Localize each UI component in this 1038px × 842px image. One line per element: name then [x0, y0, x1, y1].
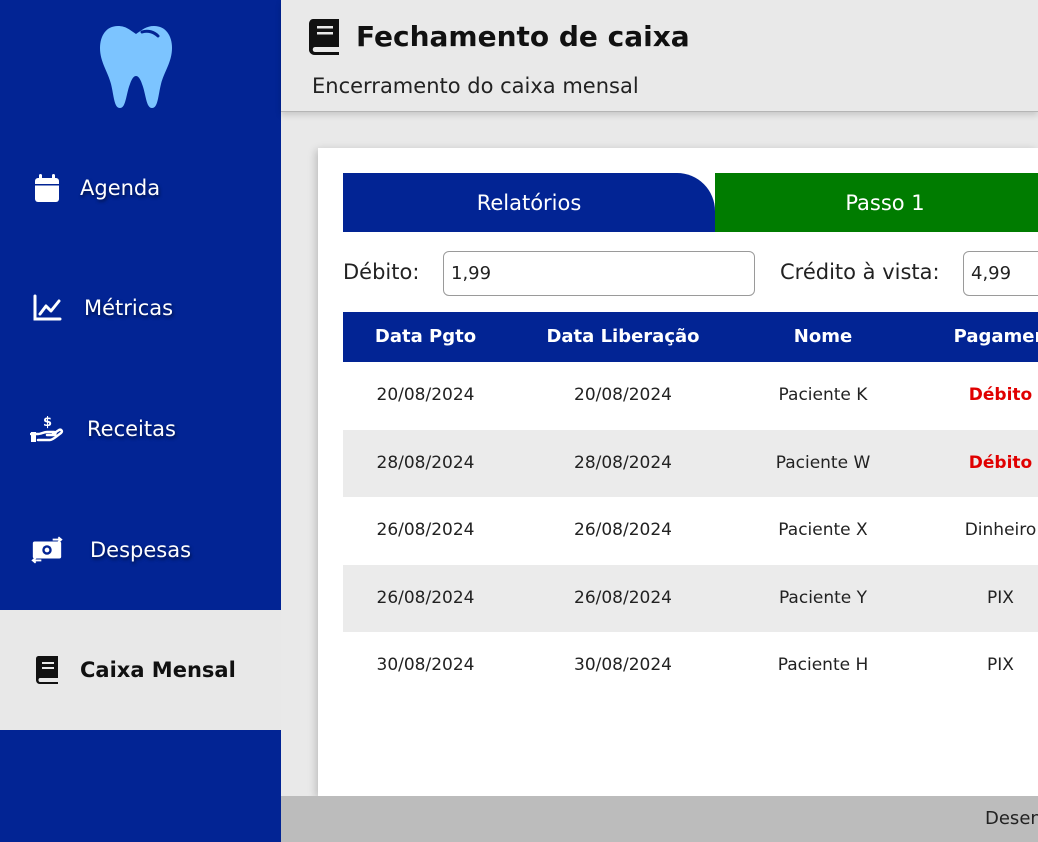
page-title: Fechamento de caixa: [356, 20, 690, 53]
tab-relatorios[interactable]: Relatórios: [343, 173, 715, 232]
sidebar-item-label: Receitas: [87, 417, 176, 441]
sidebar-item-label: Métricas: [84, 296, 174, 320]
cell-pagamento: PIX: [987, 587, 1014, 608]
cell-pagamento: PIX: [987, 655, 1014, 675]
sidebar-item-label: Despesas: [90, 538, 192, 562]
credito-avista-label: Crédito à vista:: [780, 260, 940, 284]
debito-label: Débito:: [343, 260, 420, 284]
cell-data-pgto: 20/08/2024: [376, 385, 475, 405]
tab-passo-1[interactable]: Passo 1: [715, 173, 1038, 232]
cell-pagamento: Débito: [968, 385, 1033, 405]
column-header-data-liberacao[interactable]: Data Liberação: [508, 312, 738, 362]
cell-data-liberacao: 26/08/2024: [574, 520, 672, 540]
book-icon: [30, 655, 64, 685]
cell-data-pgto: 28/08/2024: [376, 452, 475, 473]
column-header-nome[interactable]: Nome: [738, 312, 908, 362]
debito-input[interactable]: [443, 251, 755, 296]
sidebar-item-label: Caixa Mensal: [80, 658, 236, 682]
svg-text:$: $: [43, 415, 52, 430]
cell-pagamento: Débito: [968, 452, 1033, 473]
report-card: Relatórios Passo 1 Débito: Crédito à vis…: [318, 148, 1038, 796]
table-row[interactable]: 28/08/2024 28/08/2024 Paciente W Débito: [343, 429, 1038, 497]
cell-nome: Paciente H: [777, 655, 869, 675]
tooth-icon: [100, 26, 172, 108]
sidebar-item-despesas[interactable]: Despesas: [0, 490, 281, 610]
credito-avista-input[interactable]: [963, 251, 1038, 296]
sidebar: Agenda Métricas $ Receitas Despesas Caix…: [0, 0, 281, 842]
cell-nome: Paciente Y: [778, 587, 868, 608]
page-header: Fechamento de caixa Encerramento do caix…: [281, 0, 1038, 112]
cell-nome: Paciente X: [778, 520, 868, 540]
sidebar-item-label: Agenda: [80, 176, 161, 200]
footer-text: Desen: [985, 808, 1038, 829]
hand-dollar-icon: $: [30, 414, 64, 444]
cell-data-pgto: 30/08/2024: [376, 655, 475, 675]
cell-data-pgto: 26/08/2024: [376, 587, 475, 608]
table-header: Data Pgto Data Liberação Nome Pagamen: [343, 312, 1038, 362]
page-subtitle: Encerramento do caixa mensal: [312, 74, 639, 98]
cell-data-liberacao: 30/08/2024: [574, 655, 672, 675]
sidebar-item-metricas[interactable]: Métricas: [0, 248, 281, 368]
footer: Desen: [281, 796, 1038, 842]
sidebar-item-receitas[interactable]: $ Receitas: [0, 369, 281, 489]
cell-pagamento: Dinheiro: [964, 520, 1037, 540]
cell-data-liberacao: 26/08/2024: [574, 587, 672, 608]
chart-line-icon: [30, 293, 64, 323]
cell-nome: Paciente K: [778, 385, 868, 405]
calendar-icon: [30, 173, 64, 203]
cell-data-liberacao: 20/08/2024: [574, 385, 672, 405]
table-row[interactable]: 20/08/2024 20/08/2024 Paciente K Débito: [343, 362, 1038, 430]
cell-data-pgto: 26/08/2024: [376, 520, 475, 540]
sidebar-item-agenda[interactable]: Agenda: [0, 128, 281, 248]
column-header-data-pgto[interactable]: Data Pgto: [343, 312, 508, 362]
table-row[interactable]: 30/08/2024 30/08/2024 Paciente H PIX: [343, 632, 1038, 700]
sidebar-item-caixa-mensal[interactable]: Caixa Mensal: [0, 610, 281, 730]
money-exchange-icon: [30, 535, 64, 565]
book-icon: [309, 19, 339, 55]
column-header-pagamento[interactable]: Pagamen: [908, 312, 1038, 362]
table-row[interactable]: 26/08/2024 26/08/2024 Paciente X Dinheir…: [343, 497, 1038, 565]
table-row[interactable]: 26/08/2024 26/08/2024 Paciente Y PIX: [343, 564, 1038, 632]
cell-data-liberacao: 28/08/2024: [574, 452, 672, 473]
payments-table: Data Pgto Data Liberação Nome Pagamen 20…: [343, 312, 1038, 700]
cell-nome: Paciente W: [775, 452, 871, 473]
